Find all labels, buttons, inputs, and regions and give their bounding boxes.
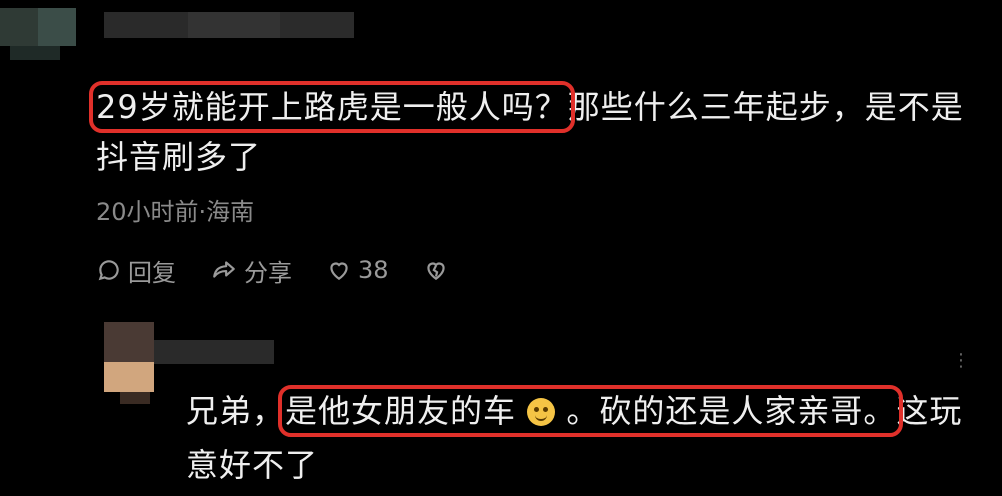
avatar[interactable] [0, 8, 38, 46]
reply-avatar-pixel [104, 362, 154, 392]
dislike-button[interactable] [423, 257, 455, 283]
comment-actions: 回复 分享 38 [96, 250, 489, 290]
smiling-face-icon [527, 398, 556, 426]
highlighted-question: 29岁就能开上路虎是一般人吗？ [89, 81, 575, 133]
reply-button[interactable]: 回复 [96, 253, 176, 288]
share-button[interactable]: 分享 [210, 253, 292, 288]
reply-avatar[interactable] [104, 322, 154, 362]
comment-body: 29岁就能开上路虎是一般人吗？那些什么三年起步，是不是抖音刷多了 [89, 81, 976, 182]
reply-label: 回复 [128, 258, 176, 287]
reply-body: 兄弟，是他女朋友的车 。砍的还是人家亲哥。这玩意好不了 [186, 384, 986, 492]
like-button[interactable]: 38 [326, 256, 389, 284]
comment-meta: 20小时前·海南 [96, 198, 255, 226]
comment-author-header [0, 0, 420, 60]
highlighted-reply-part2: 。砍的还是人家亲哥。 [566, 392, 897, 430]
share-label: 分享 [244, 258, 292, 287]
reply-username-blurred[interactable] [154, 340, 274, 364]
reply-avatar-pixel [120, 392, 150, 404]
comment-bubble-icon [98, 260, 119, 281]
username-blurred [280, 12, 354, 38]
more-options-icon[interactable]: ⋮ [952, 350, 972, 371]
broken-heart-icon [426, 262, 445, 280]
highlighted-reply-part1: 是他女朋友的车 [285, 392, 517, 430]
highlighted-reply: 是他女朋友的车 。砍的还是人家亲哥。 [278, 385, 904, 437]
username-blurred[interactable] [104, 12, 188, 38]
username-blurred [188, 12, 280, 38]
like-count: 38 [358, 256, 389, 284]
avatar-pixel [10, 46, 60, 60]
heart-icon [330, 262, 348, 280]
share-icon [213, 261, 235, 278]
avatar-pixel [38, 8, 76, 46]
reply-prefix: 兄弟， [186, 392, 286, 430]
